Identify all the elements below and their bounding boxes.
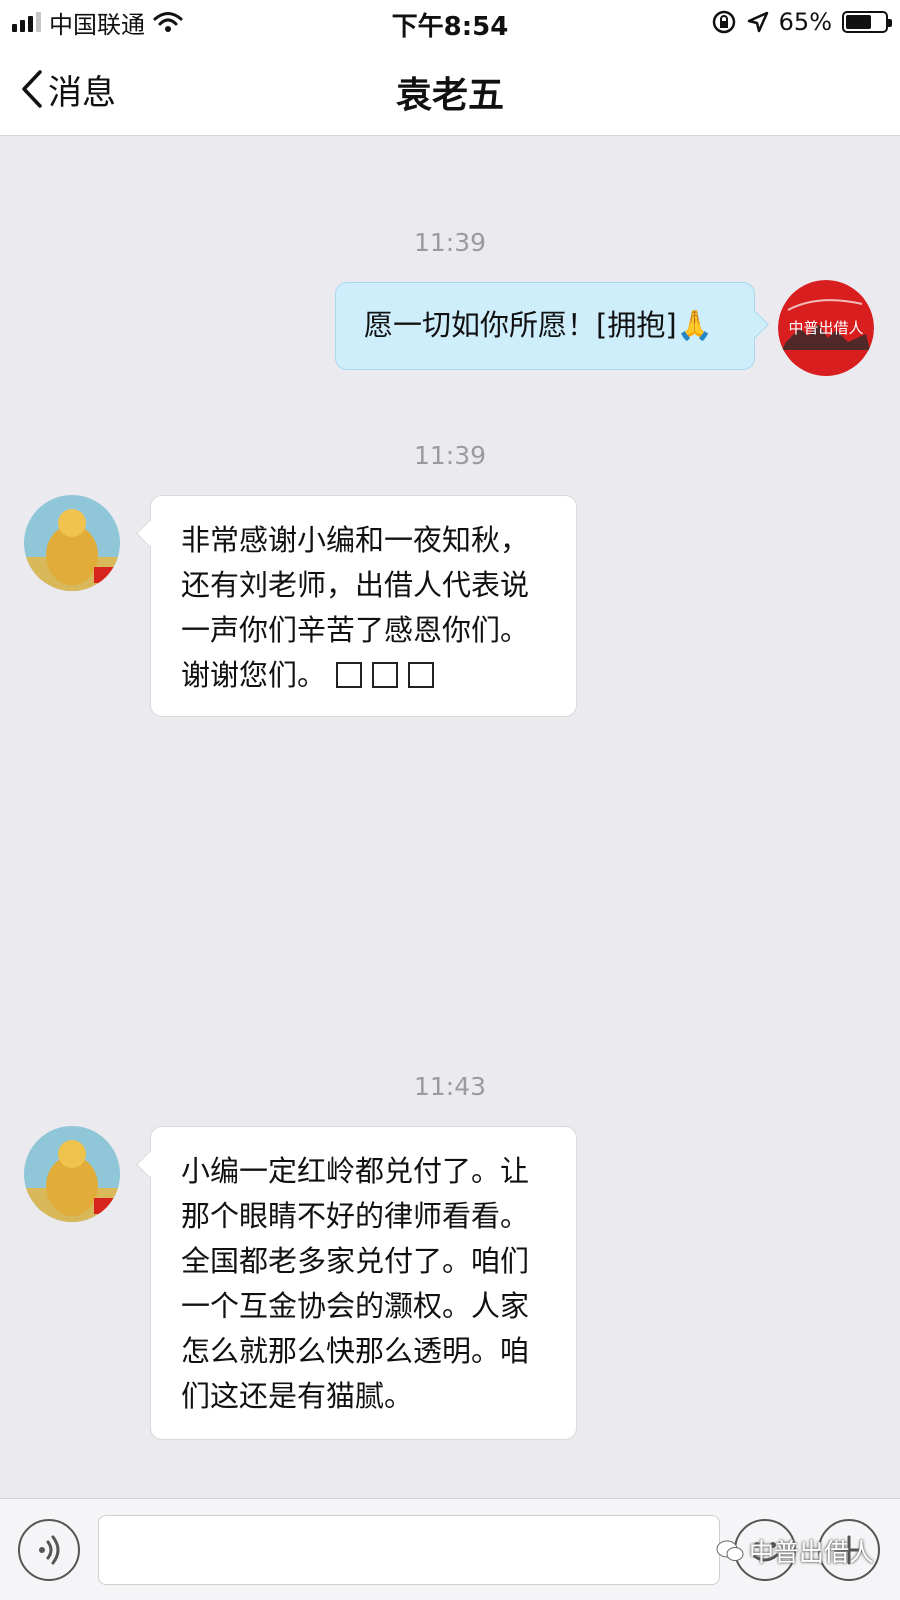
contact-avatar[interactable] <box>24 495 120 591</box>
voice-button[interactable] <box>18 1519 80 1581</box>
battery-fill <box>846 15 871 29</box>
incoming-message-bubble[interactable]: 小编一定红岭都兑付了。让 那个眼睛不好的律师看看。 全国都老多家兑付了。咱们 一… <box>150 1126 577 1440</box>
incoming-message-bubble[interactable]: 非常感谢小编和一夜知秋， 还有刘老师，出借人代表说 一声你们辛苦了感恩你们。 谢… <box>150 495 577 717</box>
location-icon <box>747 11 768 33</box>
timestamp: 11:39 <box>413 228 487 257</box>
message-text: 非常感谢小编和一夜知秋， 还有刘老师，出借人代表说 一声你们辛苦了感恩你们。 谢… <box>181 523 530 692</box>
missing-glyph-box <box>408 662 435 688</box>
missing-glyph-box <box>336 662 363 688</box>
timestamp: 11:39 <box>413 441 487 470</box>
nav-bar: 消息 袁老五 <box>0 44 900 136</box>
my-avatar[interactable]: 中普出借人 <box>778 280 874 376</box>
battery-percent: 65% <box>778 8 832 36</box>
message-text: 小编一定红岭都兑付了。让 那个眼睛不好的律师看看。 全国都老多家兑付了。咱们 一… <box>181 1154 530 1413</box>
status-bar: 中国联通 下午8:54 65% <box>0 0 900 44</box>
contact-avatar[interactable] <box>24 1126 120 1222</box>
missing-glyph-box <box>372 662 399 688</box>
watermark: 中普出借人 <box>715 1533 874 1569</box>
battery-icon <box>842 11 892 33</box>
avatar-image <box>24 1126 120 1222</box>
watermark-text: 中普出借人 <box>749 1538 875 1567</box>
avatar-image: 中普出借人 <box>778 280 874 376</box>
avatar-image <box>24 495 120 591</box>
avatar-label: 中普出借人 <box>788 319 863 337</box>
outgoing-message-bubble[interactable]: 愿一切如你所愿！[拥抱]🙏 <box>335 282 755 370</box>
wechat-icon <box>716 1540 744 1561</box>
rotation-lock-icon <box>712 10 735 34</box>
input-bar: 中普出借人 <box>0 1498 900 1600</box>
status-right: 65% <box>711 8 892 36</box>
chat-title: 袁老五 <box>395 75 504 116</box>
message-input[interactable] <box>98 1515 720 1585</box>
voice-icon <box>39 1535 60 1565</box>
message-text: 愿一切如你所愿！[拥抱]🙏 <box>364 308 713 342</box>
timestamp: 11:43 <box>413 1072 487 1101</box>
